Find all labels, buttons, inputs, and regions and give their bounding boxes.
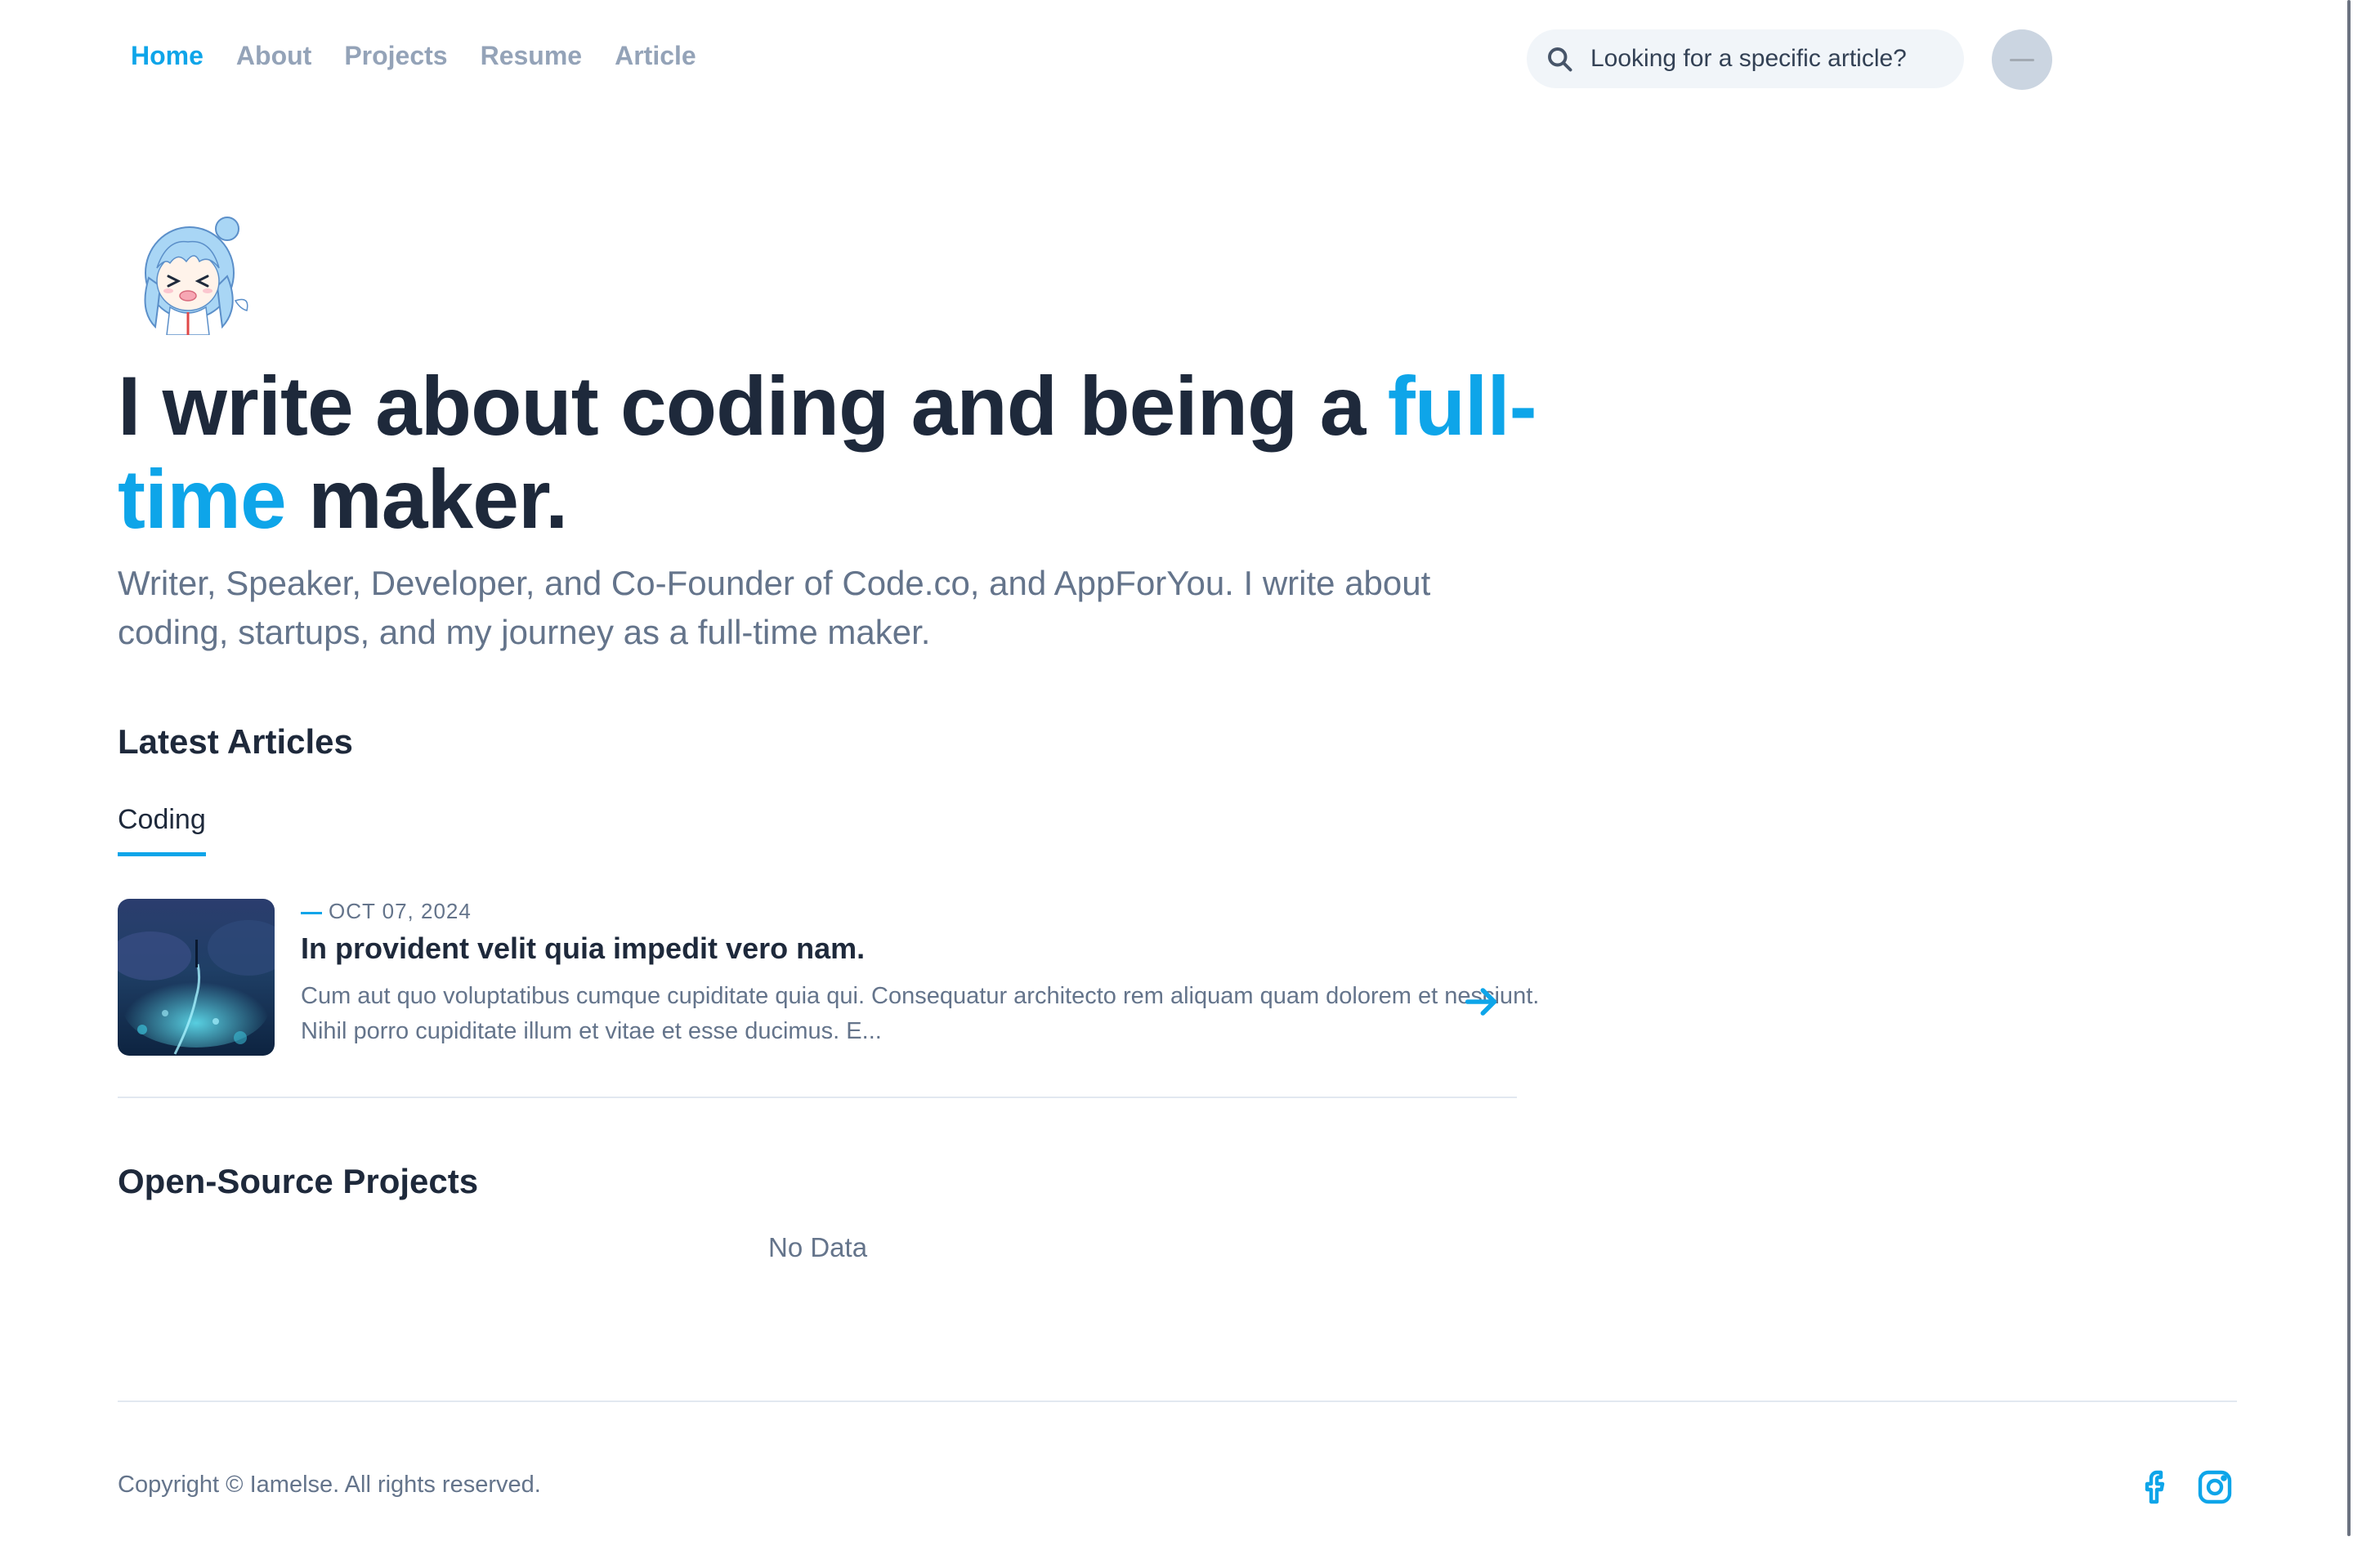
headline-text-end: maker. xyxy=(285,453,568,546)
latest-articles-title: Latest Articles xyxy=(118,722,353,761)
article-date: OCT 07, 2024 xyxy=(301,899,472,924)
search-icon xyxy=(1548,47,1572,72)
nav-about[interactable]: About xyxy=(236,41,311,71)
projects-title: Open-Source Projects xyxy=(118,1162,479,1200)
nav-home[interactable]: Home xyxy=(131,41,204,71)
avatar-placeholder-mark xyxy=(2010,58,2034,61)
nav-projects[interactable]: Projects xyxy=(344,41,447,71)
date-dash xyxy=(301,911,322,914)
hero-subtitle: Writer, Speaker, Developer, and Co-Found… xyxy=(118,564,1431,651)
hero-headline: I write about coding and being a full-ti… xyxy=(118,360,1572,546)
nav-resume[interactable]: Resume xyxy=(481,41,583,71)
article-thumbnail xyxy=(118,899,275,1056)
arrow-right-icon[interactable] xyxy=(1458,979,1504,1025)
articles-divider xyxy=(118,1097,1517,1098)
user-avatar[interactable] xyxy=(1992,29,2052,90)
footer-copyright: Copyright © Iamelse. All rights reserved… xyxy=(118,1472,541,1498)
nav-article[interactable]: Article xyxy=(615,41,696,71)
projects-empty-state: No Data xyxy=(768,1232,868,1262)
page-scrollbar[interactable] xyxy=(2347,0,2351,1536)
article-title[interactable]: In provident velit quia impedit vero nam… xyxy=(301,931,865,966)
search-input[interactable] xyxy=(1590,45,1934,73)
article-excerpt: Cum aut quo voluptatibus cumque cupidita… xyxy=(301,983,1540,1044)
profile-avatar xyxy=(144,217,248,335)
footer-divider xyxy=(118,1400,2237,1402)
facebook-icon[interactable] xyxy=(2136,1467,2176,1507)
article-date-text: OCT 07, 2024 xyxy=(329,899,472,923)
instagram-icon[interactable] xyxy=(2195,1467,2234,1507)
search-box[interactable] xyxy=(1527,29,1964,88)
article-card[interactable]: OCT 07, 2024 In provident velit quia imp… xyxy=(118,899,1539,1056)
tab-coding[interactable]: Coding xyxy=(118,804,206,856)
page: Home About Projects Resume Article Looki… xyxy=(0,0,2353,1568)
main-nav: Home About Projects Resume Article xyxy=(131,41,696,71)
headline-text: I write about coding and being a xyxy=(118,360,1388,453)
